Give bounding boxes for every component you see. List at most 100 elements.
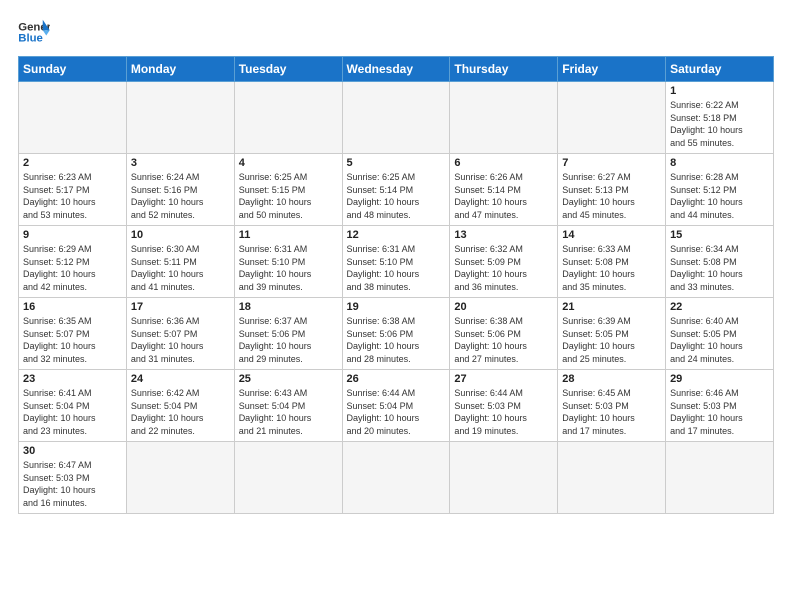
- day-cell: 14 Sunrise: 6:33 AM Sunset: 5:08 PM Dayli…: [558, 226, 666, 298]
- day-info: Sunrise: 6:28 AM Sunset: 5:12 PM Dayligh…: [670, 171, 769, 221]
- day-cell: 9Sunrise: 6:29 AM Sunset: 5:12 PM Daylig…: [19, 226, 127, 298]
- day-cell: 27Sunrise: 6:44 AM Sunset: 5:03 PM Dayli…: [450, 370, 558, 442]
- day-cell: [666, 442, 774, 514]
- day-info: Sunrise: 6:23 AM Sunset: 5:17 PM Dayligh…: [23, 171, 122, 221]
- day-number: 20: [454, 301, 553, 313]
- day-info: Sunrise: 6:38 AM Sunset: 5:06 PM Dayligh…: [347, 315, 446, 365]
- day-number: 5: [347, 157, 446, 169]
- svg-text:Blue: Blue: [18, 33, 43, 45]
- day-cell: 5Sunrise: 6:25 AM Sunset: 5:14 PM Daylig…: [342, 154, 450, 226]
- day-number: 14: [562, 229, 661, 241]
- weekday-sunday: Sunday: [19, 57, 127, 82]
- day-cell: [450, 82, 558, 154]
- day-number: 2: [23, 157, 122, 169]
- week-row-6: 30 Sunrise: 6:47 AM Sunset: 5:03 PM Dayli…: [19, 442, 774, 514]
- day-cell: 4 Sunrise: 6:25 AM Sunset: 5:15 PM Daylig…: [234, 154, 342, 226]
- day-info: Sunrise: 6:46 AM Sunset: 5:03 PM Dayligh…: [670, 387, 769, 437]
- day-cell: 29 Sunrise: 6:46 AM Sunset: 5:03 PM Dayli…: [666, 370, 774, 442]
- day-info: Sunrise: 6:35 AM Sunset: 5:07 PM Dayligh…: [23, 315, 122, 365]
- day-cell: [234, 82, 342, 154]
- week-row-5: 23Sunrise: 6:41 AM Sunset: 5:04 PM Dayli…: [19, 370, 774, 442]
- day-number: 28: [562, 373, 661, 385]
- day-info: Sunrise: 6:40 AM Sunset: 5:05 PM Dayligh…: [670, 315, 769, 365]
- day-info: Sunrise: 6:33 AM Sunset: 5:08 PM Dayligh…: [562, 243, 661, 293]
- day-number: 24: [131, 373, 230, 385]
- day-info: Sunrise: 6:26 AM Sunset: 5:14 PM Dayligh…: [454, 171, 553, 221]
- day-cell: [126, 442, 234, 514]
- calendar: SundayMondayTuesdayWednesdayThursdayFrid…: [18, 56, 774, 514]
- weekday-tuesday: Tuesday: [234, 57, 342, 82]
- day-number: 1: [670, 85, 769, 97]
- day-number: 17: [131, 301, 230, 313]
- day-info: Sunrise: 6:36 AM Sunset: 5:07 PM Dayligh…: [131, 315, 230, 365]
- week-row-2: 2 Sunrise: 6:23 AM Sunset: 5:17 PM Daylig…: [19, 154, 774, 226]
- day-info: Sunrise: 6:44 AM Sunset: 5:04 PM Dayligh…: [347, 387, 446, 437]
- day-number: 11: [239, 229, 338, 241]
- weekday-monday: Monday: [126, 57, 234, 82]
- day-cell: 28 Sunrise: 6:45 AM Sunset: 5:03 PM Dayli…: [558, 370, 666, 442]
- day-cell: 21 Sunrise: 6:39 AM Sunset: 5:05 PM Dayli…: [558, 298, 666, 370]
- weekday-wednesday: Wednesday: [342, 57, 450, 82]
- day-number: 15: [670, 229, 769, 241]
- day-cell: 7Sunrise: 6:27 AM Sunset: 5:13 PM Daylig…: [558, 154, 666, 226]
- day-number: 30: [23, 445, 122, 457]
- day-cell: 2 Sunrise: 6:23 AM Sunset: 5:17 PM Daylig…: [19, 154, 127, 226]
- logo: General Blue: [18, 18, 50, 46]
- day-cell: 24Sunrise: 6:42 AM Sunset: 5:04 PM Dayli…: [126, 370, 234, 442]
- logo-icon: General Blue: [18, 18, 50, 46]
- day-cell: [450, 442, 558, 514]
- day-cell: 3Sunrise: 6:24 AM Sunset: 5:16 PM Daylig…: [126, 154, 234, 226]
- day-info: Sunrise: 6:32 AM Sunset: 5:09 PM Dayligh…: [454, 243, 553, 293]
- day-cell: 15Sunrise: 6:34 AM Sunset: 5:08 PM Dayli…: [666, 226, 774, 298]
- day-number: 26: [347, 373, 446, 385]
- day-cell: 30 Sunrise: 6:47 AM Sunset: 5:03 PM Dayli…: [19, 442, 127, 514]
- day-cell: 18Sunrise: 6:37 AM Sunset: 5:06 PM Dayli…: [234, 298, 342, 370]
- day-info: Sunrise: 6:39 AM Sunset: 5:05 PM Dayligh…: [562, 315, 661, 365]
- day-info: Sunrise: 6:31 AM Sunset: 5:10 PM Dayligh…: [239, 243, 338, 293]
- day-cell: 19 Sunrise: 6:38 AM Sunset: 5:06 PM Dayli…: [342, 298, 450, 370]
- day-cell: [342, 82, 450, 154]
- day-cell: [19, 82, 127, 154]
- day-info: Sunrise: 6:25 AM Sunset: 5:15 PM Dayligh…: [239, 171, 338, 221]
- day-cell: 26 Sunrise: 6:44 AM Sunset: 5:04 PM Dayli…: [342, 370, 450, 442]
- day-info: Sunrise: 6:22 AM Sunset: 5:18 PM Dayligh…: [670, 99, 769, 149]
- day-cell: 23Sunrise: 6:41 AM Sunset: 5:04 PM Dayli…: [19, 370, 127, 442]
- day-cell: 20 Sunrise: 6:38 AM Sunset: 5:06 PM Dayli…: [450, 298, 558, 370]
- day-cell: 10Sunrise: 6:30 AM Sunset: 5:11 PM Dayli…: [126, 226, 234, 298]
- day-number: 21: [562, 301, 661, 313]
- day-number: 10: [131, 229, 230, 241]
- day-info: Sunrise: 6:47 AM Sunset: 5:03 PM Dayligh…: [23, 459, 122, 509]
- page: General Blue SundayMondayTuesdayWednesda…: [0, 0, 792, 612]
- weekday-saturday: Saturday: [666, 57, 774, 82]
- day-info: Sunrise: 6:31 AM Sunset: 5:10 PM Dayligh…: [347, 243, 446, 293]
- day-number: 19: [347, 301, 446, 313]
- day-number: 9: [23, 229, 122, 241]
- day-cell: 16Sunrise: 6:35 AM Sunset: 5:07 PM Dayli…: [19, 298, 127, 370]
- day-cell: [234, 442, 342, 514]
- day-cell: 25Sunrise: 6:43 AM Sunset: 5:04 PM Dayli…: [234, 370, 342, 442]
- day-info: Sunrise: 6:37 AM Sunset: 5:06 PM Dayligh…: [239, 315, 338, 365]
- day-cell: 6Sunrise: 6:26 AM Sunset: 5:14 PM Daylig…: [450, 154, 558, 226]
- day-cell: [342, 442, 450, 514]
- day-number: 22: [670, 301, 769, 313]
- day-number: 29: [670, 373, 769, 385]
- day-cell: [558, 442, 666, 514]
- day-cell: 17 Sunrise: 6:36 AM Sunset: 5:07 PM Dayli…: [126, 298, 234, 370]
- day-cell: 8Sunrise: 6:28 AM Sunset: 5:12 PM Daylig…: [666, 154, 774, 226]
- day-number: 23: [23, 373, 122, 385]
- day-number: 7: [562, 157, 661, 169]
- day-info: Sunrise: 6:38 AM Sunset: 5:06 PM Dayligh…: [454, 315, 553, 365]
- weekday-thursday: Thursday: [450, 57, 558, 82]
- day-info: Sunrise: 6:44 AM Sunset: 5:03 PM Dayligh…: [454, 387, 553, 437]
- day-cell: 22 Sunrise: 6:40 AM Sunset: 5:05 PM Dayli…: [666, 298, 774, 370]
- day-number: 4: [239, 157, 338, 169]
- day-number: 12: [347, 229, 446, 241]
- header: General Blue: [18, 18, 774, 46]
- day-cell: 13 Sunrise: 6:32 AM Sunset: 5:09 PM Dayli…: [450, 226, 558, 298]
- day-info: Sunrise: 6:45 AM Sunset: 5:03 PM Dayligh…: [562, 387, 661, 437]
- week-row-3: 9Sunrise: 6:29 AM Sunset: 5:12 PM Daylig…: [19, 226, 774, 298]
- day-cell: 12 Sunrise: 6:31 AM Sunset: 5:10 PM Dayli…: [342, 226, 450, 298]
- week-row-1: 1 Sunrise: 6:22 AM Sunset: 5:18 PM Daylig…: [19, 82, 774, 154]
- day-number: 13: [454, 229, 553, 241]
- weekday-friday: Friday: [558, 57, 666, 82]
